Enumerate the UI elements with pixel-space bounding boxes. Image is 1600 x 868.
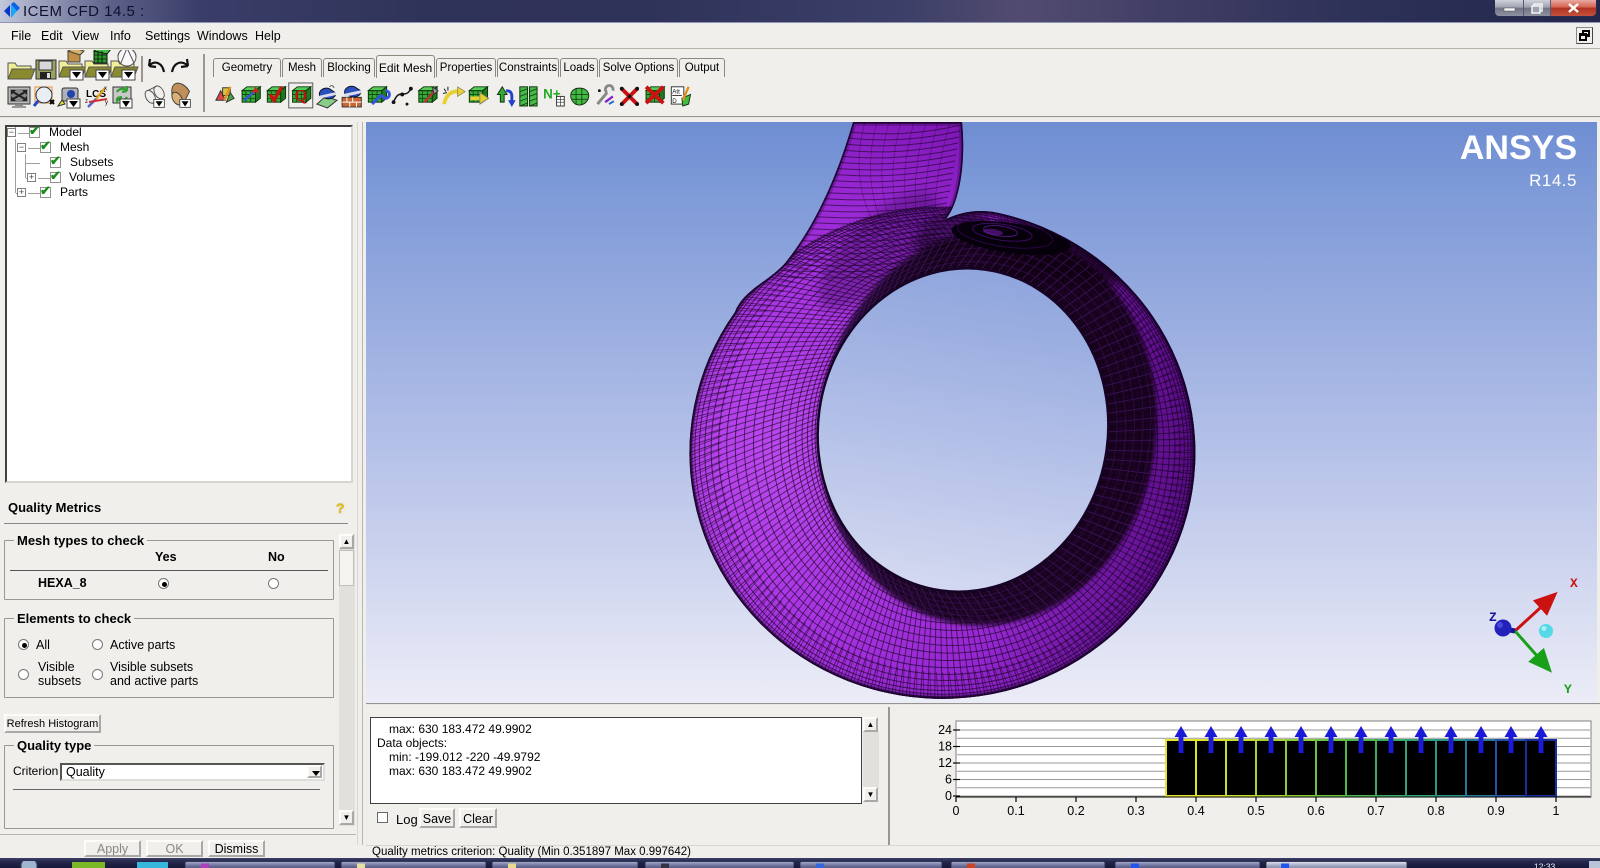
svg-text:Q: Q bbox=[295, 86, 308, 105]
svg-text:0.7: 0.7 bbox=[1367, 804, 1384, 818]
svg-text:24: 24 bbox=[938, 723, 952, 737]
svg-text:0.4: 0.4 bbox=[1187, 804, 1204, 818]
svg-text:0.1: 0.1 bbox=[1007, 804, 1024, 818]
svg-text:12:33: 12:33 bbox=[1534, 862, 1556, 868]
svg-text:0.5: 0.5 bbox=[1247, 804, 1264, 818]
svg-text:0: 0 bbox=[945, 789, 952, 803]
svg-text:12: 12 bbox=[938, 756, 952, 770]
svg-text:Z: Z bbox=[1489, 610, 1497, 625]
svg-text:0.9: 0.9 bbox=[1487, 804, 1504, 818]
svg-text:1: 1 bbox=[1553, 804, 1560, 818]
svg-text:x: x bbox=[104, 86, 107, 92]
svg-text:6: 6 bbox=[945, 773, 952, 787]
svg-text:0.2: 0.2 bbox=[1067, 804, 1084, 818]
svg-text:D: D bbox=[672, 98, 677, 105]
svg-text:Att: Att bbox=[672, 89, 680, 96]
svg-text:0.8: 0.8 bbox=[1427, 804, 1444, 818]
svg-text:y: y bbox=[105, 100, 108, 106]
svg-text:0.6: 0.6 bbox=[1307, 804, 1324, 818]
svg-text:z: z bbox=[85, 99, 88, 105]
svg-text:0: 0 bbox=[953, 804, 960, 818]
svg-text:0.3: 0.3 bbox=[1127, 804, 1144, 818]
svg-text:X: X bbox=[1570, 576, 1578, 591]
svg-text:18: 18 bbox=[938, 740, 952, 754]
svg-text:Y: Y bbox=[1564, 682, 1572, 697]
